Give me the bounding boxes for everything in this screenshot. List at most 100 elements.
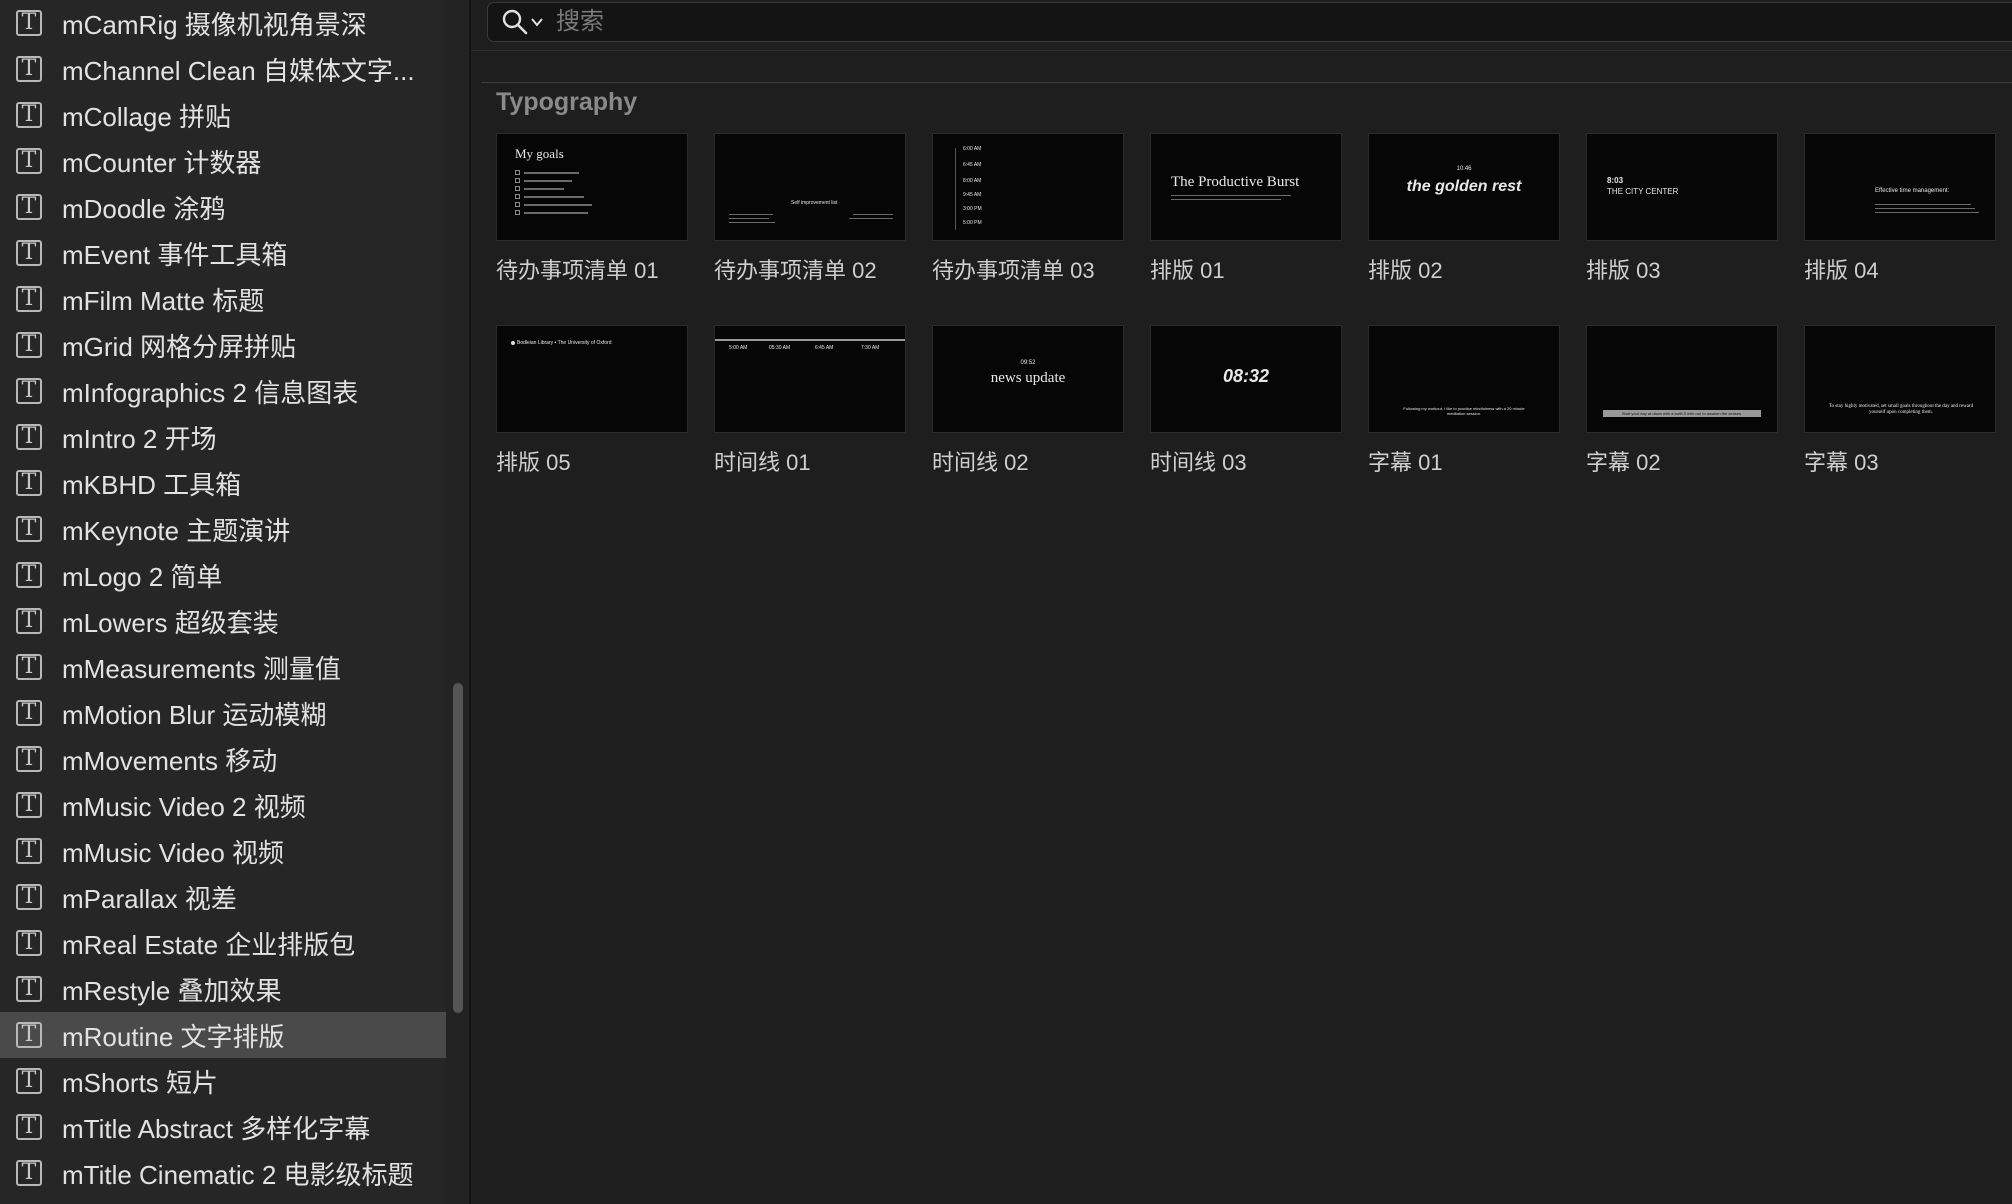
- toolbar-separator: [471, 50, 2012, 51]
- sidebar-item-label: mShorts 短片: [62, 1067, 219, 1098]
- text-template-icon: T: [16, 1160, 42, 1186]
- template-tile[interactable]: To stay highly motivated, set small goal…: [1804, 325, 1996, 477]
- sidebar-item[interactable]: TmRestyle 叠加效果: [0, 966, 446, 1012]
- template-tile[interactable]: 10:46 the golden rest 排版 02: [1368, 133, 1560, 285]
- template-tile[interactable]: Following my workout, I like to practice…: [1368, 325, 1560, 477]
- template-tile[interactable]: 8:03 THE CITY CENTER 排版 03: [1586, 133, 1778, 285]
- template-tile[interactable]: Self improvement list 待办事项清单 02: [714, 133, 906, 285]
- search-input[interactable]: [554, 7, 1858, 37]
- thumb-time: 05:30 AM: [769, 345, 791, 351]
- template-thumbnail[interactable]: 6:00 AM 6:45 AM 8:00 AM 9:45 AM 3:00 PM …: [932, 133, 1124, 241]
- sidebar-item[interactable]: TmTitle Cinematic 2 电影级标题: [0, 1150, 446, 1196]
- template-label: 时间线 01: [714, 450, 811, 475]
- sidebar-item-label: mReal Estate 企业排版包: [62, 929, 356, 960]
- template-thumbnail[interactable]: Effective time management:: [1804, 133, 1996, 241]
- sidebar-item-label: mMotion Blur 运动模糊: [62, 699, 327, 730]
- sidebar-item[interactable]: TmShorts 短片: [0, 1058, 446, 1104]
- text-template-icon: T: [16, 516, 42, 542]
- text-template-icon: T: [16, 240, 42, 266]
- thumb-time: 6:45 AM: [815, 345, 834, 351]
- sidebar-item[interactable]: TmFilm Matte 标题: [0, 276, 446, 322]
- sidebar-item[interactable]: TmChannel Clean 自媒体文字...: [0, 46, 446, 92]
- template-thumbnail[interactable]: 5:00 AM 05:30 AM 6:45 AM 7:30 AM: [714, 325, 906, 433]
- sidebar-item[interactable]: TmInfographics 2 信息图表: [0, 368, 446, 414]
- search-bar[interactable]: [487, 2, 2012, 42]
- chevron-down-icon[interactable]: [530, 15, 544, 29]
- sidebar-item[interactable]: TmMeasurements 测量值: [0, 644, 446, 690]
- sidebar-item-label: mIntro 2 开场: [62, 423, 217, 454]
- sidebar-item[interactable]: TmKeynote 主题演讲: [0, 506, 446, 552]
- template-thumbnail[interactable]: To stay highly motivated, set small goal…: [1804, 325, 1996, 433]
- template-tile[interactable]: 08:32 时间线 03: [1150, 325, 1342, 477]
- sidebar-item[interactable]: TmLowers 超级套装: [0, 598, 446, 644]
- thumb-time: 8:00 AM: [963, 178, 982, 184]
- sidebar-item[interactable]: TmLogo 2 简单: [0, 552, 446, 598]
- sidebar-item[interactable]: TmTitle Abstract 多样化字幕: [0, 1104, 446, 1150]
- template-label: 排版 03: [1586, 258, 1661, 283]
- search-icon[interactable]: [502, 9, 528, 35]
- sidebar-item[interactable]: TmEvent 事件工具箱: [0, 230, 446, 276]
- thumb-time: 6:45 AM: [963, 162, 982, 168]
- sidebar-item[interactable]: TmMovements 移动: [0, 736, 446, 782]
- template-thumbnail[interactable]: 8:03 THE CITY CENTER: [1586, 133, 1778, 241]
- template-tile[interactable]: Start your day at dawn with a swift 5 mi…: [1586, 325, 1778, 477]
- template-label: 时间线 03: [1150, 450, 1247, 475]
- template-tile[interactable]: The Productive Burst 排版 01: [1150, 133, 1342, 285]
- template-tile[interactable]: 6:00 AM 6:45 AM 8:00 AM 9:45 AM 3:00 PM …: [932, 133, 1124, 285]
- thumb-time: 7:30 AM: [861, 345, 880, 351]
- thumb-heading: news update: [990, 370, 1066, 386]
- template-thumbnail[interactable]: 09:52 news update: [932, 325, 1124, 433]
- template-thumbnail[interactable]: Following my workout, I like to practice…: [1368, 325, 1560, 433]
- template-tile[interactable]: My goals 待办事项清单 01: [496, 133, 688, 285]
- template-label: 时间线 02: [932, 450, 1029, 475]
- template-label: 排版 02: [1368, 258, 1443, 283]
- template-tile[interactable]: Bodleian Library • The University of Oxf…: [496, 325, 688, 477]
- sidebar: TmCamRig 摄像机视角景深 TmChannel Clean 自媒体文字...…: [0, 0, 446, 1204]
- thumb-heading: The Productive Burst: [1171, 174, 1300, 190]
- sidebar-item[interactable]: TmReal Estate 企业排版包: [0, 920, 446, 966]
- sidebar-item-label: mGrid 网格分屏拼贴: [62, 331, 297, 362]
- sidebar-item[interactable]: TmKBHD 工具箱: [0, 460, 446, 506]
- thumb-heading: Self improvement list: [791, 200, 838, 206]
- thumb-time: 5:00 PM: [963, 220, 982, 226]
- template-label: 字幕 02: [1586, 450, 1661, 475]
- sidebar-item-label: mCollage 拼贴: [62, 101, 232, 132]
- sidebar-item[interactable]: TmCounter 计数器: [0, 138, 446, 184]
- sidebar-item[interactable]: TmRoutine 文字排版: [0, 1012, 446, 1058]
- sidebar-item[interactable]: TmDoodle 涂鸦: [0, 184, 446, 230]
- template-label: 字幕 01: [1368, 450, 1443, 475]
- sidebar-item[interactable]: TmCamRig 摄像机视角景深: [0, 0, 446, 46]
- sidebar-item-label: mMeasurements 测量值: [62, 653, 341, 684]
- sidebar-item[interactable]: TmMusic Video 视频: [0, 828, 446, 874]
- thumb-heading: Bodleian Library • The University of Oxf…: [517, 340, 612, 346]
- template-thumbnail[interactable]: Bodleian Library • The University of Oxf…: [496, 325, 688, 433]
- text-template-icon: T: [16, 424, 42, 450]
- text-template-icon: T: [16, 102, 42, 128]
- sidebar-item[interactable]: TmParallax 视差: [0, 874, 446, 920]
- sidebar-item[interactable]: TmMusic Video 2 视频: [0, 782, 446, 828]
- sidebar-item[interactable]: TmMotion Blur 运动模糊: [0, 690, 446, 736]
- thumb-time: 3:00 PM: [963, 206, 982, 212]
- sidebar-scrollbar-thumb[interactable]: [453, 683, 463, 1013]
- sidebar-item[interactable]: TmCollage 拼贴: [0, 92, 446, 138]
- sidebar-item[interactable]: TmGrid 网格分屏拼贴: [0, 322, 446, 368]
- browser-main: Typography My goals 待办事项清单 01 Self impro…: [471, 0, 2012, 1204]
- template-tile[interactable]: 09:52 news update 时间线 02: [932, 325, 1124, 477]
- thumb-heading: the golden rest: [1406, 178, 1522, 195]
- sidebar-item-label: mEvent 事件工具箱: [62, 239, 288, 270]
- text-template-icon: T: [16, 1068, 42, 1094]
- sidebar-scrollbar-track[interactable]: [446, 0, 470, 1204]
- template-thumbnail[interactable]: 08:32: [1150, 325, 1342, 433]
- template-tile[interactable]: Effective time management: 排版 04: [1804, 133, 1996, 285]
- sidebar-item[interactable]: TmIntro 2 开场: [0, 414, 446, 460]
- thumb-heading: 08:32: [1222, 366, 1270, 386]
- template-thumbnail[interactable]: The Productive Burst: [1150, 133, 1342, 241]
- template-thumbnail[interactable]: 10:46 the golden rest: [1368, 133, 1560, 241]
- template-thumbnail[interactable]: Start your day at dawn with a swift 5 mi…: [1586, 325, 1778, 433]
- template-tile[interactable]: 5:00 AM 05:30 AM 6:45 AM 7:30 AM 时间线 01: [714, 325, 906, 477]
- template-thumbnail[interactable]: My goals: [496, 133, 688, 241]
- template-thumbnail[interactable]: Self improvement list: [714, 133, 906, 241]
- sidebar-item-label: mTitle Cinematic 2 电影级标题: [62, 1159, 414, 1190]
- text-template-icon: T: [16, 700, 42, 726]
- thumb-heading: THE CITY CENTER: [1607, 187, 1679, 196]
